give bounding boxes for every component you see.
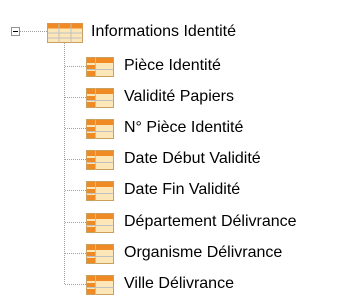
field-icon xyxy=(86,119,114,147)
tree-node-label: Informations Identité xyxy=(91,23,236,40)
tree-item-departement-delivrance[interactable]: Département Délivrance xyxy=(86,210,360,234)
tree-item-label: Ville Délivrance xyxy=(124,275,234,292)
tree-item-organisme-delivrance[interactable]: Organisme Délivrance xyxy=(86,241,360,265)
tree-item-label: N° Pièce Identité xyxy=(124,119,244,136)
tree-item-label: Organisme Délivrance xyxy=(124,244,283,261)
tree-item-label: Département Délivrance xyxy=(124,213,297,230)
tree-item-date-debut-validite[interactable]: Date Début Validité xyxy=(86,147,360,171)
tree-item-label: Pièce Identité xyxy=(124,57,221,74)
field-icon xyxy=(86,57,114,85)
field-icon xyxy=(86,150,114,178)
table-icon xyxy=(47,23,83,51)
tree-item-label: Validité Papiers xyxy=(124,88,234,105)
collapse-toggle[interactable] xyxy=(11,27,20,36)
field-icon xyxy=(86,213,114,241)
tree-item-label: Date Début Validité xyxy=(124,150,261,167)
tree-view: Informations Identité Pièce Identité Val… xyxy=(0,0,361,299)
field-icon xyxy=(86,88,114,116)
tree-item-numero-piece-identite[interactable]: N° Pièce Identité xyxy=(86,116,360,140)
tree-node-informations-identite[interactable]: Informations Identité xyxy=(47,20,347,44)
tree-item-piece-identite[interactable]: Pièce Identité xyxy=(86,54,360,78)
tree-item-ville-delivrance[interactable]: Ville Délivrance xyxy=(86,272,360,296)
field-icon xyxy=(86,244,114,272)
tree-item-label: Date Fin Validité xyxy=(124,181,241,198)
tree-item-date-fin-validite[interactable]: Date Fin Validité xyxy=(86,178,360,202)
tree-item-validite-papiers[interactable]: Validité Papiers xyxy=(86,85,360,109)
field-icon xyxy=(86,181,114,209)
